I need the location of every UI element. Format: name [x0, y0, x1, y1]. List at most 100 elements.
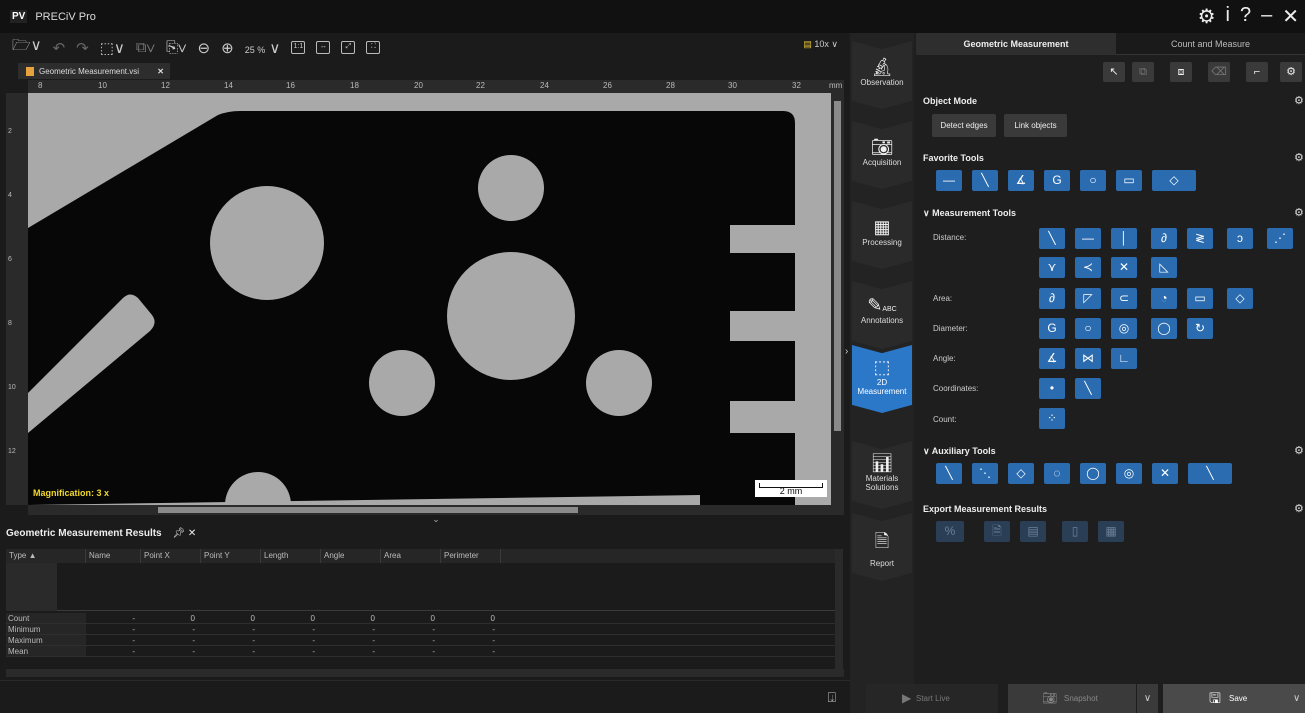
point-icon[interactable]: • [1039, 378, 1065, 399]
aux-dashed-line-icon[interactable]: ⋱ [972, 463, 998, 484]
aux-dashed-circle-icon[interactable]: ◌ [1044, 463, 1070, 484]
start-live-button[interactable]: ▶ Start Live [866, 684, 998, 713]
column-perimeter[interactable]: Perimeter [441, 549, 501, 563]
export-sheet-icon[interactable]: ▦ [1098, 521, 1124, 542]
close-window-icon[interactable]: ✕ [1282, 4, 1299, 29]
section-auxiliary-tools[interactable]: ∨ Auxiliary Tools [923, 446, 996, 457]
arbitrary-line-icon[interactable]: ╲ [1075, 378, 1101, 399]
sidebar-item-2d-measurement[interactable]: ⬚ 2D Measurement [852, 345, 912, 413]
rectangle-icon[interactable]: ▭ [1187, 288, 1213, 309]
parallel-distance-icon[interactable]: ≷ [1187, 228, 1213, 249]
arbitrary-line-icon[interactable]: ╲ [972, 170, 998, 191]
vertical-line-icon[interactable]: │ [1111, 228, 1137, 249]
zoom-out-icon[interactable]: ⊖ [198, 39, 211, 57]
chevron-down-icon[interactable]: ⌄ [432, 514, 440, 524]
column-point-x[interactable]: Point X [141, 549, 201, 563]
sidebar-item-materials-solutions[interactable]: 📊︎ Materials Solutions [852, 441, 912, 509]
save-button[interactable]: 🖫 Save [1163, 684, 1293, 713]
select-tool-icon[interactable]: ↖ [1103, 62, 1125, 82]
paste-icon[interactable]: ⎘∨ [166, 39, 186, 56]
link-objects-button[interactable]: Link objects [1004, 114, 1067, 137]
diamond-icon[interactable]: ◇ [1227, 288, 1253, 309]
count-points-icon[interactable]: ⁘ [1039, 408, 1065, 429]
arc-circle-icon[interactable]: G [1039, 318, 1065, 339]
scroll-thumb[interactable] [834, 101, 841, 431]
arbitrary-line-icon[interactable]: ╲ [1039, 228, 1065, 249]
diamond-icon[interactable]: ◇ [1152, 170, 1196, 191]
freehand-area-icon[interactable]: ∂ [1039, 288, 1065, 309]
line-points-icon[interactable]: ⋰ [1267, 228, 1293, 249]
calibrate-icon[interactable]: ⌐ [1246, 62, 1268, 82]
angle-distance-icon[interactable]: ≺ [1075, 257, 1101, 278]
redo-icon[interactable]: ↷ [76, 39, 89, 57]
delete-measurement-icon[interactable]: ⌫ [1208, 62, 1230, 82]
multi-line-icon[interactable]: ↄ [1227, 228, 1253, 249]
sidebar-item-report[interactable]: 🗎 Report [852, 513, 912, 581]
right-angle-icon[interactable]: ∟ [1111, 348, 1137, 369]
info-icon[interactable]: i [1226, 4, 1230, 29]
perpendicular-icon[interactable]: ⋎ [1039, 257, 1065, 278]
one-to-one-button[interactable]: 1:1 [291, 41, 306, 54]
help-icon[interactable]: ? [1240, 4, 1251, 29]
gear-icon[interactable]: ⚙ [1294, 151, 1304, 164]
export-excel-icon[interactable]: ▤ [1020, 521, 1046, 542]
edit-measurement-icon[interactable]: ⧈ [1170, 62, 1192, 82]
undo-icon[interactable]: ↶ [53, 39, 66, 57]
polyline-icon[interactable]: ∂ [1151, 228, 1177, 249]
snapshot-button[interactable]: 📷︎ Snapshot [1008, 684, 1136, 713]
open-folder-icon[interactable]: 🗁∨ [12, 35, 42, 60]
copy-icon[interactable]: ⧉∨ [136, 39, 155, 56]
sidebar-item-observation[interactable]: 🔬︎ Observation [852, 41, 912, 109]
export-file-icon[interactable]: ▯ [1062, 521, 1088, 542]
minimize-icon[interactable]: – [1261, 4, 1272, 29]
tab-geometric-measurement[interactable]: Geometric Measurement [916, 33, 1116, 55]
interpolated-area-icon[interactable]: ◔ [1151, 288, 1177, 309]
sidebar-item-annotations[interactable]: ✎ABC Annotations [852, 281, 912, 349]
angle-icon[interactable]: ∡ [1039, 348, 1065, 369]
arc-circle-icon[interactable]: G [1044, 170, 1070, 191]
aux-line-icon[interactable]: ╲ [936, 463, 962, 484]
angle-icon[interactable]: ∡ [1008, 170, 1034, 191]
objective-selector[interactable]: ▤ 10x ∨ [803, 39, 838, 50]
triangle-distance-icon[interactable]: ◺ [1151, 257, 1177, 278]
aux-cross-icon[interactable]: ✕ [1152, 463, 1178, 484]
section-measurement-tools[interactable]: ∨ Measurement Tools [923, 208, 1016, 219]
column-length[interactable]: Length [261, 549, 321, 563]
gear-icon[interactable]: ⚙ [1294, 502, 1304, 515]
four-point-angle-icon[interactable]: ⋈ [1075, 348, 1101, 369]
polygon-area-icon[interactable]: ◸ [1075, 288, 1101, 309]
horizontal-line-icon[interactable]: — [1075, 228, 1101, 249]
collapse-arrow-icon[interactable]: › [845, 346, 848, 357]
horizontal-line-icon[interactable]: — [936, 170, 962, 191]
sidebar-item-processing[interactable]: ▦ Processing [852, 201, 912, 269]
settings-gear-icon[interactable]: ⚙ [1198, 4, 1216, 29]
pin-icon[interactable]: 📌︎ [172, 528, 185, 539]
concentric-circle-icon[interactable]: ◎ [1111, 318, 1137, 339]
zoom-in-icon[interactable]: ⊕ [221, 39, 234, 57]
column-area[interactable]: Area [381, 549, 441, 563]
aux-circle-points-icon[interactable]: ◯ [1080, 463, 1106, 484]
panel-splitter[interactable]: ⌄ [28, 515, 844, 524]
export-document-icon[interactable]: 🗎 [984, 521, 1010, 542]
circle-arrow-icon[interactable]: ↻ [1187, 318, 1213, 339]
image-vertical-scrollbar[interactable] [831, 93, 844, 505]
snapshot-dropdown-chevron-icon[interactable]: ∨ [1137, 684, 1158, 713]
cross-distance-icon[interactable]: ✕ [1111, 257, 1137, 278]
fit-width-icon[interactable]: ↔ [316, 41, 331, 54]
circle-points-icon[interactable]: ◯ [1151, 318, 1177, 339]
close-icon[interactable]: ✕ [188, 528, 196, 539]
results-grid-body[interactable] [6, 563, 838, 611]
rectangle-icon[interactable]: ▭ [1116, 170, 1142, 191]
close-tab-icon[interactable]: ✕ [157, 67, 164, 76]
save-dropdown-chevron-icon[interactable]: ∨ [1293, 684, 1305, 713]
image-view[interactable] [28, 93, 831, 505]
document-tab[interactable]: Geometric Measurement.vsi ✕ [18, 63, 170, 79]
options-icon[interactable]: ⚙ [1280, 62, 1302, 82]
circle-icon[interactable]: ○ [1080, 170, 1106, 191]
magic-wand-area-icon[interactable]: ⊂ [1111, 288, 1137, 309]
full-screen-icon[interactable]: ⛶ [366, 41, 381, 54]
column-type[interactable]: Type ▲ [6, 549, 86, 563]
aux-diagonal-icon[interactable]: ╲ [1188, 463, 1232, 484]
results-horizontal-scrollbar[interactable] [6, 669, 844, 677]
circle-icon[interactable]: ○ [1075, 318, 1101, 339]
